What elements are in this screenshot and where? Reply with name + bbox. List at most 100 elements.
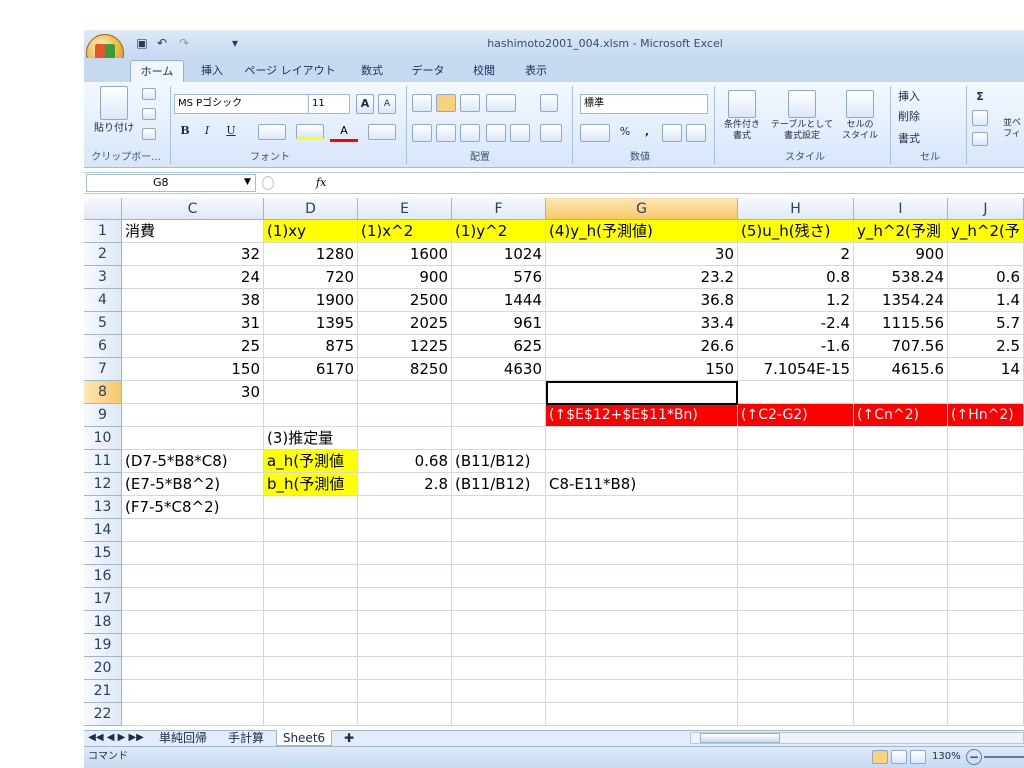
row-header-4[interactable]: 4 [84,289,122,312]
grid-cell[interactable] [948,565,1024,588]
estimate-label[interactable]: b_h(予測値 [264,473,358,496]
cell-value[interactable]: 31 [122,312,264,335]
cell-value[interactable]: 720 [264,266,358,289]
tab-home[interactable]: ホーム [130,60,184,82]
font-size-select[interactable]: 11 [308,94,350,114]
grid-cell[interactable] [738,450,854,473]
grid-cell[interactable] [948,496,1024,519]
cell-value[interactable]: 1600 [358,243,452,266]
grid-cell[interactable] [546,611,738,634]
cell-value[interactable]: 1.4 [948,289,1024,312]
cell-value[interactable]: 1.2 [738,289,854,312]
grid-cell[interactable] [738,381,854,404]
grid-cell[interactable] [854,611,948,634]
formula-note[interactable]: (↑Hn^2) [948,404,1024,427]
grid-cell[interactable] [264,519,358,542]
row-header-13[interactable]: 13 [84,496,122,519]
grid-cell[interactable] [948,680,1024,703]
insert-sheet-icon[interactable]: ✚ [336,730,362,746]
currency-icon[interactable] [580,124,610,142]
grid-cell[interactable] [854,450,948,473]
grid-cell[interactable] [452,588,546,611]
cell-value[interactable]: 150 [546,358,738,381]
autosum-button[interactable]: Σ [972,88,988,106]
cell-value[interactable]: 8250 [358,358,452,381]
shrink-font-icon[interactable]: A [378,94,396,114]
format-as-table-icon[interactable] [788,90,816,118]
cell-styles-button[interactable]: セルの スタイル [836,120,884,142]
page-layout-view-icon[interactable] [891,750,907,764]
cell-value[interactable]: 23.2 [546,266,738,289]
zoom-level[interactable]: 130% [932,750,964,764]
grid-cell[interactable] [452,611,546,634]
grid-cell[interactable] [854,427,948,450]
grid-cell[interactable] [948,542,1024,565]
grid-cell[interactable] [264,680,358,703]
cell-value[interactable]: 33.4 [546,312,738,335]
grid-cell[interactable] [122,588,264,611]
selected-cell-g8[interactable] [546,381,738,405]
grid-cell[interactable] [452,703,546,726]
cell-value[interactable]: 30 [546,243,738,266]
cell-header[interactable]: (4)y_h(予測値) [546,220,738,243]
cell-value[interactable]: 1225 [358,335,452,358]
grid-cell[interactable] [854,657,948,680]
grid-cell[interactable] [738,611,854,634]
grid-cell[interactable] [854,473,948,496]
grid-cell[interactable] [122,657,264,680]
underline-button[interactable]: U [222,122,240,142]
cell-value[interactable]: 875 [264,335,358,358]
grid-cell[interactable] [264,657,358,680]
cell-value[interactable]: 961 [452,312,546,335]
cell-value[interactable]: 4630 [452,358,546,381]
cell-value[interactable]: 0.6 [948,266,1024,289]
row-header-20[interactable]: 20 [84,657,122,680]
grid-cell[interactable] [948,634,1024,657]
cell-value[interactable]: 1354.24 [854,289,948,312]
column-header-g[interactable]: G [546,198,738,220]
grid-cell[interactable] [358,496,452,519]
grid-cell[interactable] [122,565,264,588]
cell-header[interactable]: y_h^2(予 [948,220,1024,243]
cancel-entry-icon[interactable] [262,176,274,190]
grid-cell[interactable] [264,542,358,565]
row-header-15[interactable]: 15 [84,542,122,565]
cell-value[interactable]: 900 [854,243,948,266]
formula-note[interactable]: (↑Cn^2) [854,404,948,427]
qat-more-icon[interactable]: ▾ [230,34,240,52]
decrease-indent-icon[interactable] [486,124,506,142]
grid-cell[interactable] [546,588,738,611]
grid-cell[interactable] [738,680,854,703]
grid-cell[interactable] [738,657,854,680]
copy-icon[interactable] [142,108,156,120]
conditional-format-icon[interactable] [728,90,756,118]
grid-cell[interactable] [738,473,854,496]
clear-icon[interactable] [972,132,988,146]
grid-cell[interactable] [546,427,738,450]
cell-value[interactable]: 1900 [264,289,358,312]
grid-cell[interactable] [358,381,452,404]
column-header-c[interactable]: C [122,198,264,220]
zoom-out-icon[interactable]: − [966,749,982,765]
cell-header[interactable]: 消費 [122,220,264,243]
formula-note[interactable]: (F7-5*C8^2) [122,496,264,519]
cell-header[interactable]: (1)x^2 [358,220,452,243]
borders-icon[interactable] [258,124,286,140]
grid-cell[interactable] [854,634,948,657]
align-right-icon[interactable] [460,124,480,142]
tab-formulas[interactable]: 数式 [352,60,392,82]
grid-cell[interactable] [122,404,264,427]
cell-value[interactable]: 625 [452,335,546,358]
cell-value[interactable]: 707.56 [854,335,948,358]
formula-note[interactable]: (B11/B12) [452,473,546,496]
italic-button[interactable]: I [198,122,216,142]
cell-value[interactable]: 2.5 [948,335,1024,358]
cell-value[interactable]: 900 [358,266,452,289]
grid-cell[interactable] [264,588,358,611]
redo-icon[interactable]: ↷ [176,34,192,52]
align-left-icon[interactable] [412,124,432,142]
grid-cell[interactable] [738,634,854,657]
sheet-tab-simple-regression[interactable]: 単純回帰 [150,730,216,746]
row-header-6[interactable]: 6 [84,335,122,358]
grid-cell[interactable] [452,519,546,542]
